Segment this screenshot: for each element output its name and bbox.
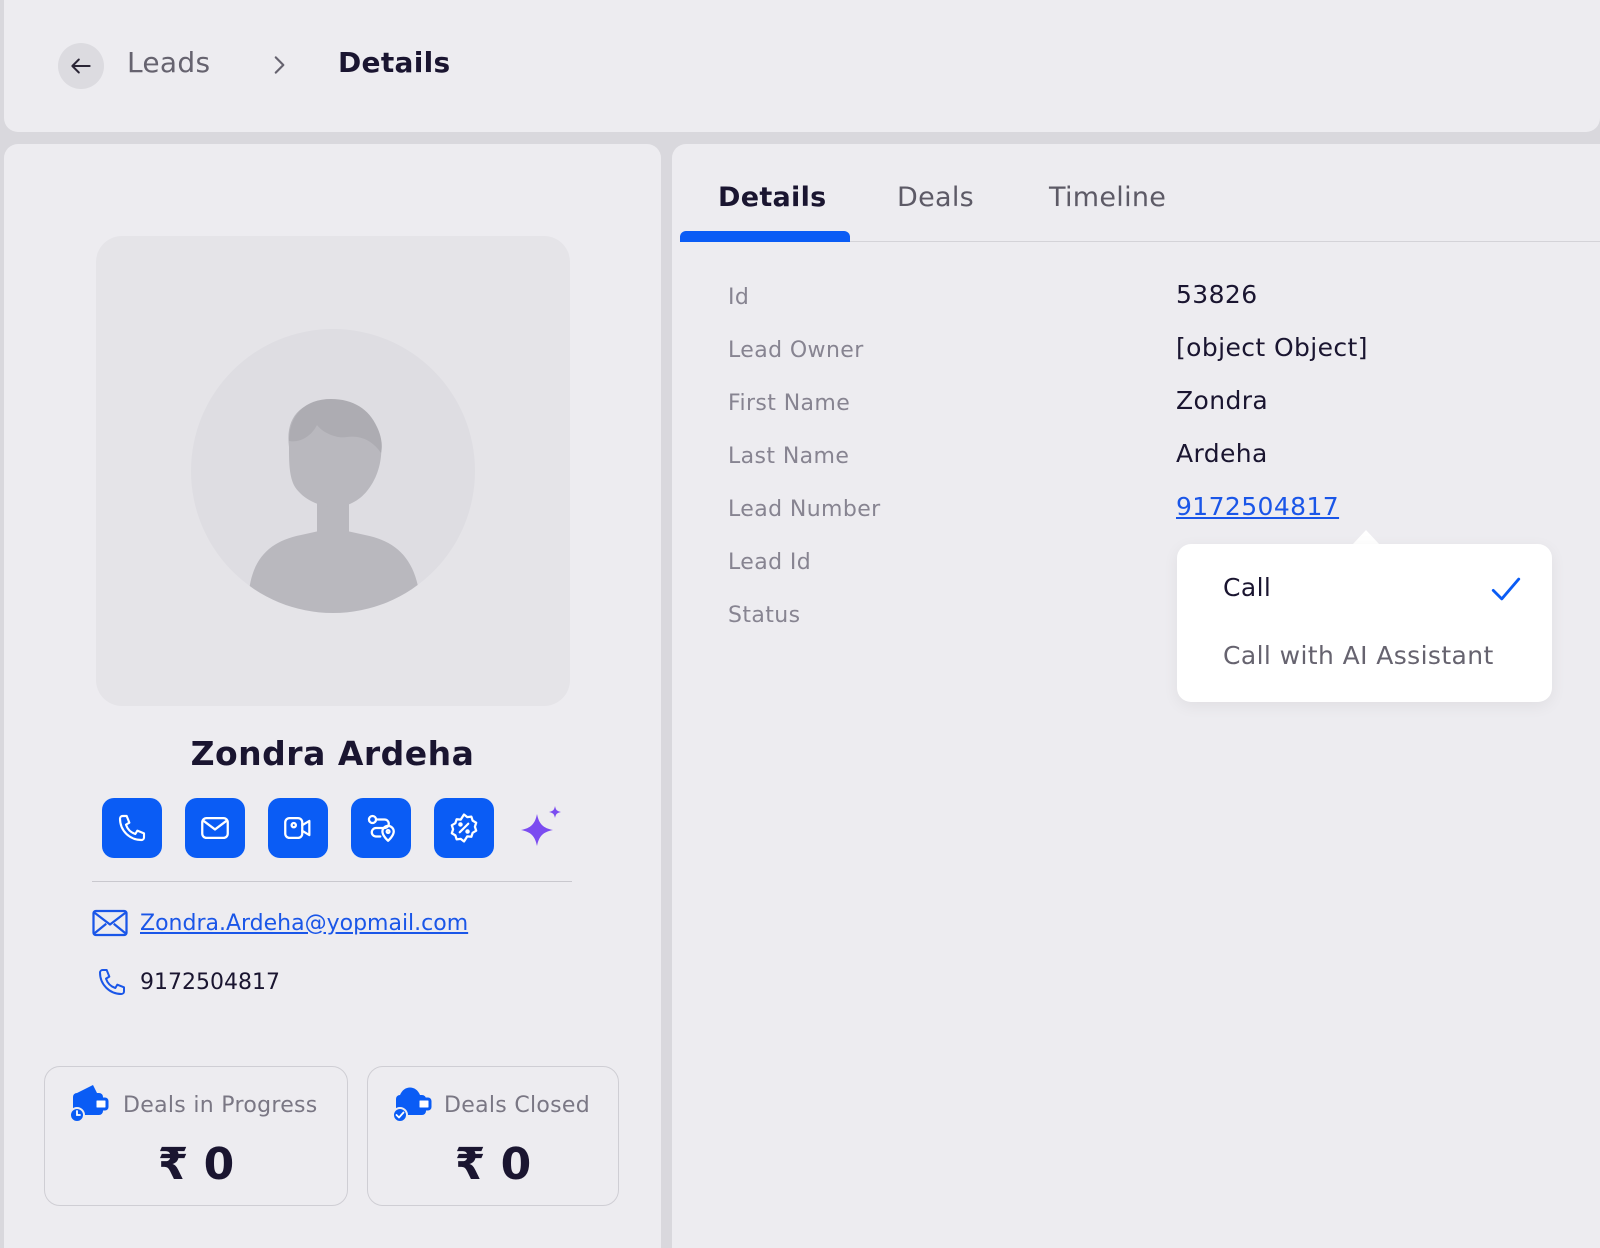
menu-item-call[interactable]: Call (1223, 573, 1271, 602)
active-tab-indicator (680, 231, 850, 242)
chevron-right-icon (274, 56, 285, 74)
stat-value: ₹ 0 (157, 1139, 235, 1190)
phone-row: 9172504817 (96, 966, 280, 998)
deals-in-progress-icon (69, 1085, 109, 1123)
tab-details[interactable]: Details (718, 182, 827, 213)
quick-actions (102, 798, 565, 858)
field-value-lead-owner: [object Object] (1176, 333, 1368, 362)
video-call-button[interactable] (268, 798, 328, 858)
video-icon (284, 816, 311, 840)
stat-title: Deals Closed (444, 1093, 591, 1118)
field-label-lead-number: Lead Number (728, 497, 881, 522)
user-placeholder-icon (249, 399, 419, 613)
back-button[interactable] (58, 43, 104, 89)
deals-in-progress-card: Deals in Progress ₹ 0 (44, 1066, 348, 1206)
lead-name: Zondra Ardeha (190, 734, 475, 773)
deals-closed-card: Deals Closed ₹ 0 (367, 1066, 619, 1206)
divider (92, 881, 572, 882)
field-label-id: Id (728, 285, 750, 310)
phone-icon (99, 969, 125, 995)
profile-panel: Zondra Ardeha Zondra.Ardeha@yopmail.com … (4, 144, 661, 1248)
breadcrumb-current: Details (338, 46, 451, 79)
sparkle-icon (521, 806, 561, 846)
ai-assistant-button[interactable] (517, 798, 565, 858)
call-options-menu: Call Call with AI Assistant (1177, 544, 1552, 702)
avatar (191, 329, 475, 613)
call-button[interactable] (102, 798, 162, 858)
email-link[interactable]: Zondra.Ardeha@yopmail.com (140, 911, 468, 936)
discount-icon (450, 813, 478, 843)
stat-value: ₹ 0 (454, 1139, 532, 1190)
phone-icon (118, 814, 146, 842)
mail-icon (92, 909, 128, 937)
avatar-frame (96, 236, 570, 706)
breadcrumb-leads[interactable]: Leads (127, 46, 210, 79)
stat-title: Deals in Progress (123, 1093, 318, 1118)
field-label-last-name: Last Name (728, 444, 850, 469)
field-label-lead-owner: Lead Owner (728, 338, 864, 363)
menu-item-call-ai[interactable]: Call with AI Assistant (1223, 641, 1494, 670)
tab-deals[interactable]: Deals (897, 182, 974, 213)
check-icon (1491, 577, 1521, 601)
field-label-lead-id: Lead Id (728, 550, 812, 575)
field-label-first-name: First Name (728, 391, 851, 416)
field-value-last-name: Ardeha (1176, 439, 1268, 468)
phone-number: 9172504817 (140, 969, 280, 995)
top-header: Leads Details (4, 0, 1600, 132)
tab-timeline[interactable]: Timeline (1049, 182, 1166, 213)
email-row: Zondra.Ardeha@yopmail.com (92, 907, 468, 939)
mail-icon (201, 816, 229, 840)
email-button[interactable] (185, 798, 245, 858)
lead-number-link[interactable]: 9172504817 (1176, 492, 1339, 521)
arrow-left-icon (71, 58, 91, 74)
field-label-status: Status (728, 603, 801, 628)
field-value-first-name: Zondra (1176, 386, 1269, 415)
field-value-id: 53826 (1176, 280, 1258, 309)
popover-arrow (1352, 530, 1380, 545)
deals-closed-icon (392, 1087, 432, 1123)
route-button[interactable] (351, 798, 411, 858)
route-icon (367, 814, 395, 842)
tab-bar: Details Deals Timeline (680, 144, 1600, 242)
discount-button[interactable] (434, 798, 494, 858)
